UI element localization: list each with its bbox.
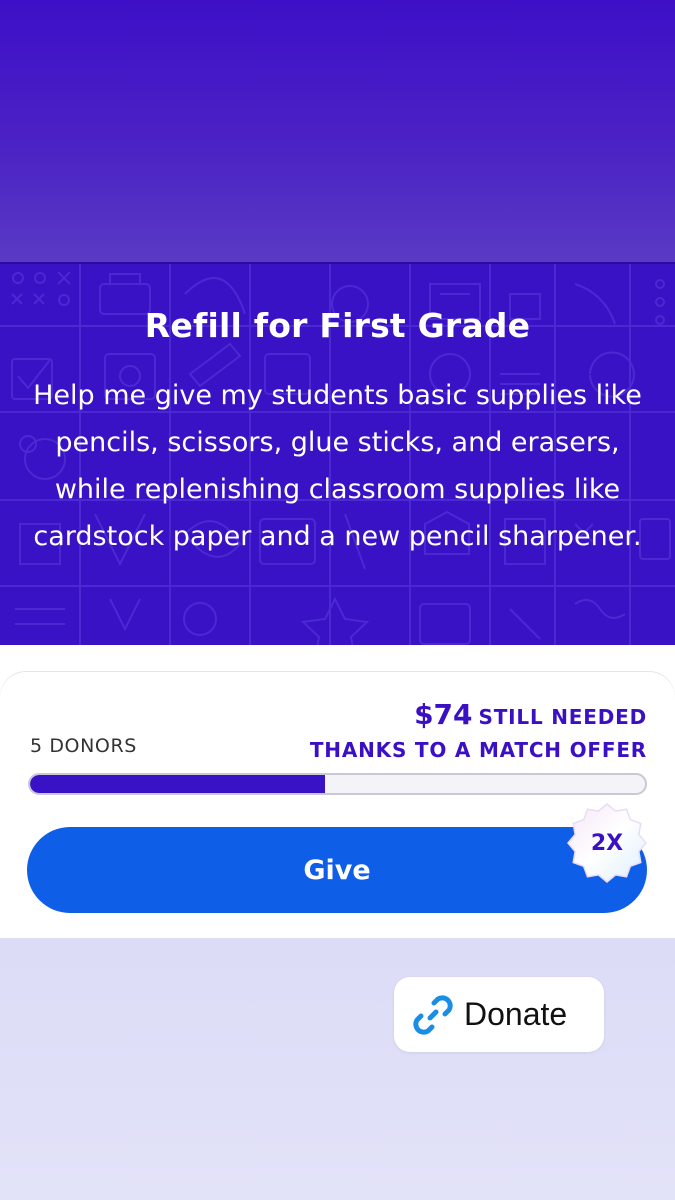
project-description: Help me give my students basic supplies … [33, 380, 642, 552]
project-title: Refill for First Grade [144, 306, 531, 345]
still-needed-label: STILL NEEDED [478, 705, 647, 729]
match-offer-label: THANKS TO A MATCH OFFER [309, 738, 647, 762]
link-icon [413, 994, 453, 1035]
funding-needed: $74 STILL NEEDED THANKS TO A MATCH OFFER [310, 698, 647, 766]
funding-progress-bar [28, 773, 647, 795]
donate-label: Donate [464, 996, 568, 1032]
donate-link-chip[interactable]: Donate [394, 977, 604, 1052]
still-needed-line: $74 STILL NEEDED [310, 698, 647, 734]
top-background [0, 0, 675, 262]
funding-progress-fill [30, 775, 326, 793]
give-button[interactable]: Give [27, 827, 647, 913]
match-multiplier: 2X [590, 830, 624, 856]
project-hero: Refill for First Grade Help me give my s… [0, 262, 675, 647]
amount-needed: $74 [414, 698, 473, 731]
donor-count: 5 DONORS [30, 735, 137, 757]
